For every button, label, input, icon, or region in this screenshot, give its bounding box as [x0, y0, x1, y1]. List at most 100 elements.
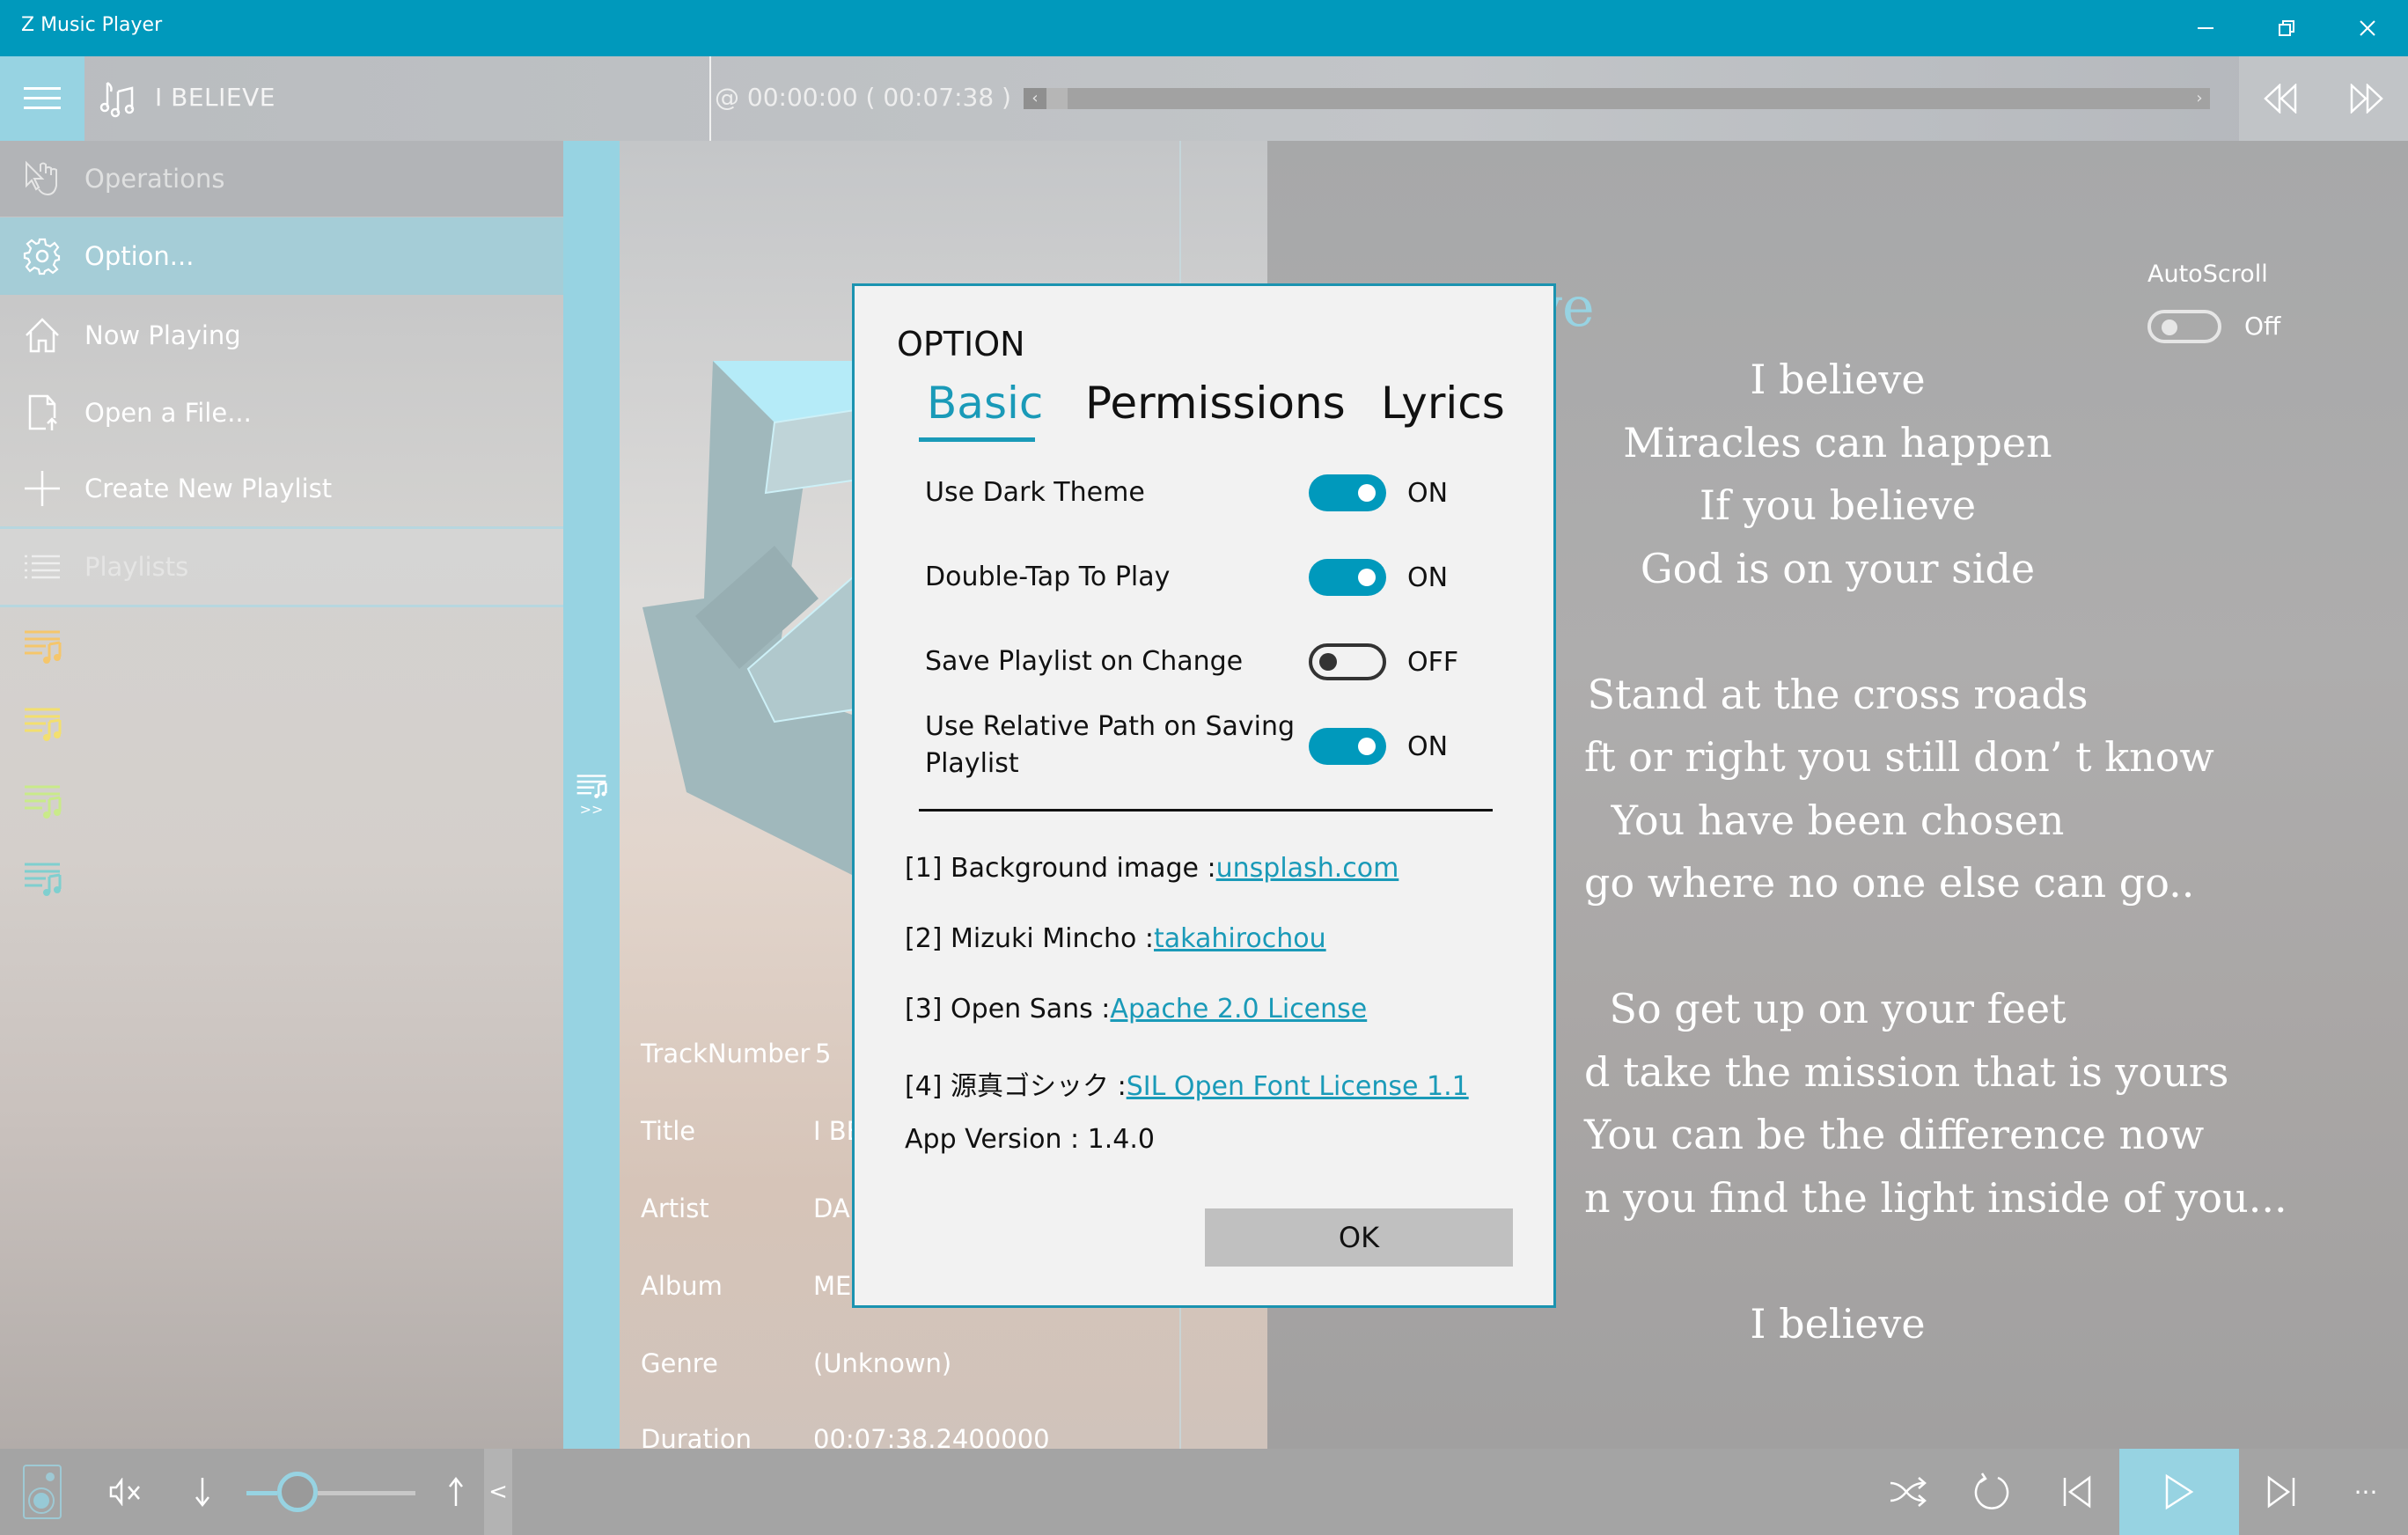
time-readout: @ 00:00:00 ( 00:07:38 )	[715, 83, 1011, 112]
play-button[interactable]	[2119, 1449, 2239, 1535]
seek-left-arrow[interactable]: ‹	[1024, 88, 1046, 109]
playlist-expand-button[interactable]: >>	[576, 773, 607, 818]
option-dialog: OPTION Basic Permissions Lyrics Use Dark…	[852, 283, 1556, 1308]
playlist-item[interactable]	[0, 840, 563, 917]
arrow-up-icon	[449, 1476, 463, 1506]
now-playing-title: I BELIEVE	[155, 83, 275, 112]
credit-label: [4] 源真ゴシック :	[905, 1071, 1127, 1102]
sidebar-item-label: Operations	[84, 164, 225, 194]
credit-line: [2] Mizuki Mincho :takahirochou	[905, 923, 1326, 954]
mute-icon	[109, 1478, 140, 1506]
lyric-line: go where no one else can go..	[1584, 859, 2195, 907]
fast-forward-icon	[2350, 84, 2383, 114]
previous-button[interactable]	[2035, 1449, 2119, 1535]
seek-slider[interactable]	[1024, 88, 2210, 109]
sidebar-item-now-playing[interactable]: Now Playing	[0, 297, 563, 373]
speaker-icon	[23, 1465, 62, 1519]
close-button[interactable]	[2327, 0, 2408, 56]
playlist-icon	[25, 630, 62, 664]
play-icon	[2165, 1473, 2194, 1510]
volume-down-button[interactable]	[160, 1449, 245, 1535]
volume-thumb[interactable]	[276, 1472, 318, 1512]
playlist-item[interactable]	[0, 762, 563, 840]
option-label-save-playlist: Save Playlist on Change	[925, 646, 1244, 677]
autoscroll-label: AutoScroll	[2147, 261, 2268, 288]
shuffle-icon	[1890, 1477, 1927, 1507]
gear-icon	[0, 237, 84, 275]
ok-button[interactable]: OK	[1205, 1208, 1513, 1267]
toggle-knob	[1319, 653, 1337, 671]
lyric-line: You have been chosen	[1611, 796, 2065, 844]
sidebar-item-option[interactable]: Option...	[0, 217, 563, 295]
credit-label: [1] Background image :	[905, 853, 1216, 884]
title-bar	[0, 0, 2408, 56]
sidebar-item-label: Option...	[84, 241, 195, 271]
playlist-item[interactable]	[0, 607, 563, 685]
credit-label: [3] Open Sans :	[905, 994, 1111, 1025]
shuffle-button[interactable]	[1866, 1449, 1950, 1535]
album-value: ME	[813, 1271, 852, 1301]
credit-line: [1] Background image :unsplash.com	[905, 853, 1399, 884]
sidebar-item-create-playlist[interactable]: Create New Playlist	[0, 451, 563, 526]
sidebar-item-label: Playlists	[84, 552, 189, 582]
takahirochou-link[interactable]: takahirochou	[1154, 923, 1326, 954]
seek-right-arrow[interactable]: ›	[2189, 88, 2210, 109]
next-icon	[2267, 1475, 2295, 1509]
genre-value: (Unknown)	[813, 1348, 952, 1378]
playlist-icon	[25, 785, 62, 819]
tab-permissions[interactable]: Permissions	[1085, 378, 1346, 429]
active-tab-indicator	[919, 437, 1035, 442]
hamburger-menu-button[interactable]	[0, 56, 84, 141]
toggle-knob	[1358, 569, 1376, 586]
track-number-value: 5	[815, 1039, 832, 1069]
repeat-icon	[1974, 1473, 2009, 1509]
music-note-icon	[99, 81, 135, 118]
app-title: Z Music Player	[21, 14, 163, 36]
tab-basic[interactable]: Basic	[927, 378, 1043, 429]
mute-button[interactable]	[84, 1449, 169, 1535]
relative-path-state: ON	[1407, 731, 1449, 762]
fast-forward-button[interactable]	[2324, 56, 2408, 141]
autoscroll-toggle[interactable]	[2147, 310, 2221, 343]
double-tap-toggle[interactable]	[1309, 559, 1386, 596]
credit-line: [4] 源真ゴシック :SIL Open Font License 1.1	[905, 1064, 1469, 1103]
apache-license-link[interactable]: Apache 2.0 License	[1110, 994, 1367, 1025]
next-button[interactable]	[2239, 1449, 2324, 1535]
rewind-button[interactable]	[2239, 56, 2324, 141]
hand-pointer-icon	[0, 159, 84, 198]
dark-theme-toggle[interactable]	[1309, 474, 1386, 511]
seek-thumb[interactable]	[1046, 88, 1068, 109]
list-icon	[0, 547, 84, 586]
restore-button[interactable]	[2246, 0, 2327, 56]
lyric-line: If you believe	[1699, 481, 1977, 529]
relative-path-toggle[interactable]	[1309, 728, 1386, 765]
title-label: Title	[641, 1116, 696, 1146]
home-icon	[0, 316, 84, 355]
tab-lyrics[interactable]: Lyrics	[1381, 378, 1505, 429]
expand-chevrons: >>	[579, 801, 604, 818]
playlist-icon	[25, 708, 62, 741]
lyric-line: n you find the light inside of you...	[1584, 1173, 2287, 1222]
autoscroll-state: Off	[2244, 312, 2281, 341]
divider	[709, 56, 711, 141]
minimize-icon	[2198, 27, 2213, 29]
restore-icon	[2279, 20, 2294, 36]
plus-icon	[0, 469, 84, 508]
sidebar-item-open-file[interactable]: Open a File...	[0, 375, 563, 451]
sidebar-item-label: Open a File...	[84, 398, 252, 428]
volume-track-filled	[246, 1491, 277, 1495]
minimize-button[interactable]	[2165, 0, 2246, 56]
sil-license-link[interactable]: SIL Open Font License 1.1	[1127, 1071, 1469, 1102]
playlist-item[interactable]	[0, 685, 563, 762]
save-playlist-toggle[interactable]	[1309, 643, 1386, 680]
unsplash-link[interactable]: unsplash.com	[1216, 853, 1399, 884]
arrow-down-icon	[195, 1478, 209, 1508]
lyric-line: I believe	[1750, 1299, 1926, 1348]
repeat-button[interactable]	[1950, 1449, 2035, 1535]
app-version: App Version : 1.4.0	[905, 1124, 1155, 1155]
collapse-button[interactable]: <	[484, 1449, 512, 1535]
speaker-button[interactable]	[0, 1449, 84, 1535]
save-playlist-state: OFF	[1407, 647, 1459, 678]
volume-slider[interactable]	[317, 1491, 415, 1495]
more-options-button[interactable]: ···	[2324, 1449, 2408, 1535]
